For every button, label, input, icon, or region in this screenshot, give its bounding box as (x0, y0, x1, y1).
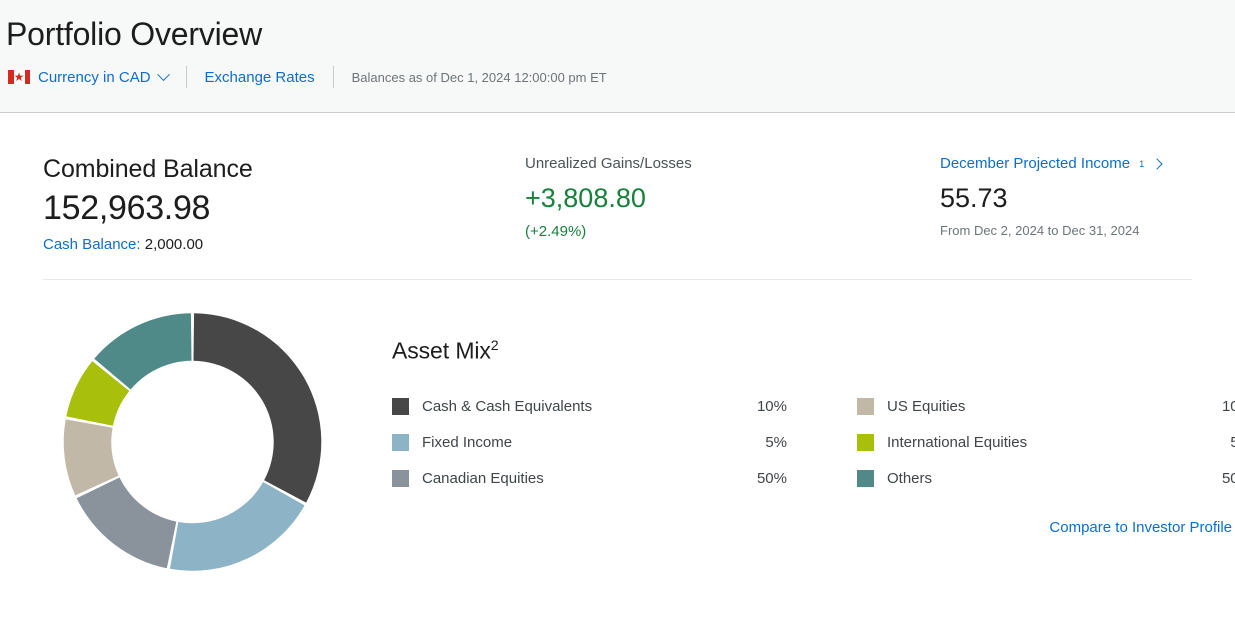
legend-item-percent: 5% (1230, 434, 1235, 452)
projected-income-footnote-marker: 1 (1139, 159, 1145, 169)
legend-item[interactable]: Fixed Income 5% (392, 425, 787, 461)
donut-svg (63, 313, 322, 571)
combined-balance-value: 152,963.98 (43, 189, 211, 227)
header-toolbar: ★ Currency in CAD Exchange Rates Balance… (0, 56, 1235, 92)
cash-balance-label[interactable]: Cash Balance: (43, 236, 141, 253)
projected-income-link[interactable]: December Projected Income 1 (940, 153, 1163, 175)
toolbar-divider-2 (332, 66, 334, 88)
donut-slice[interactable] (76, 477, 177, 569)
summary-row: Combined Balance 152,963.98 Cash Balance… (40, 113, 1195, 257)
legend-item-percent: 50% (756, 470, 787, 488)
legend-item-label: Others (887, 470, 933, 488)
legend-item-percent: 10% (756, 398, 787, 416)
legend-column-right: US Equities 10% International Equities 5% Ot… (857, 389, 1235, 497)
unrealized-value: +3,808.80 (525, 183, 646, 213)
asset-mix-legend: Cash & Cash Equivalents 10% Fixed Income 5%… (392, 389, 1235, 497)
legend-color-swatch (392, 434, 409, 452)
legend-item-label: Canadian Equities (422, 470, 544, 488)
legend-color-swatch (857, 398, 874, 416)
projected-income-link-label: December Projected Income (940, 155, 1131, 172)
exchange-rates-link[interactable]: Exchange Rates (205, 69, 315, 86)
legend-item-label: Cash & Cash Equivalents (422, 398, 593, 416)
chevron-down-icon[interactable] (156, 67, 170, 81)
legend-item-label: US Equities (887, 398, 966, 416)
asset-mix-footnote-marker: 2 (490, 338, 499, 354)
legend-color-swatch (392, 470, 409, 488)
asset-mix-section: Asset Mix2 Cash & Cash Equivalents 10% Fix… (40, 280, 1235, 587)
projected-income-block: December Projected Income 1 55.73 From De… (940, 153, 1195, 257)
asset-mix-title: Asset Mix2 (392, 330, 1235, 367)
combined-balance-block: Combined Balance 152,963.98 Cash Balance… (40, 153, 525, 257)
projected-income-value: 55.73 (940, 183, 1008, 213)
legend-item[interactable]: International Equities 5% (857, 425, 1235, 461)
page-title: Portfolio Overview (6, 16, 263, 52)
legend-item[interactable]: Cash & Cash Equivalents 10% (392, 389, 787, 425)
legend-column-left: Cash & Cash Equivalents 10% Fixed Income 5%… (392, 389, 787, 497)
legend-item-label: Fixed Income (422, 434, 513, 452)
legend-item[interactable]: US Equities 10% (857, 389, 1235, 425)
legend-item-percent: 50% (1221, 470, 1235, 488)
currency-selector[interactable]: ★ Currency in CAD (8, 67, 170, 86)
asset-mix-donut-chart (40, 302, 350, 587)
currency-label: Currency in CAD (38, 68, 151, 86)
cash-balance-row: Cash Balance: 2,000.00 (43, 233, 525, 257)
donut-slice[interactable] (193, 313, 322, 503)
legend-item[interactable]: Others 50% (857, 461, 1235, 497)
compare-row: Compare to Investor Profile (392, 497, 1235, 537)
legend-color-swatch (857, 434, 874, 452)
legend-item-label: International Equities (887, 434, 1028, 452)
unrealized-percent: (+2.49%) (525, 223, 587, 240)
donut-slice[interactable] (169, 481, 305, 571)
cash-balance-value: 2,000.00 (144, 236, 204, 253)
projected-income-date-range: From Dec 2, 2024 to Dec 31, 2024 (940, 223, 1140, 238)
unrealized-gains-block: Unrealized Gains/Losses +3,808.80 (+2.49… (525, 153, 940, 257)
canada-flag-icon: ★ (8, 70, 30, 84)
asset-mix-details: Asset Mix2 Cash & Cash Equivalents 10% Fix… (350, 302, 1235, 587)
legend-item-percent: 5% (765, 434, 787, 452)
unrealized-label: Unrealized Gains/Losses (525, 155, 692, 172)
toolbar-divider-1 (185, 66, 187, 88)
chevron-right-icon (1151, 158, 1163, 170)
asset-mix-title-text: Asset Mix (392, 337, 491, 364)
balances-as-of-text: Balances as of Dec 1, 2024 12:00:00 pm E… (351, 69, 607, 85)
main-content: Combined Balance 152,963.98 Cash Balance… (0, 113, 1235, 587)
legend-item-percent: 10% (1221, 398, 1235, 416)
legend-item[interactable]: Canadian Equities 50% (392, 461, 787, 497)
legend-color-swatch (857, 470, 874, 488)
compare-to-investor-profile-link[interactable]: Compare to Investor Profile (1049, 519, 1235, 536)
page-header: Portfolio Overview ★ Currency in CAD Exc… (0, 0, 1235, 113)
compare-link-label: Compare to Investor Profile (1049, 518, 1232, 536)
combined-balance-label: Combined Balance (43, 155, 253, 183)
legend-color-swatch (392, 398, 409, 416)
